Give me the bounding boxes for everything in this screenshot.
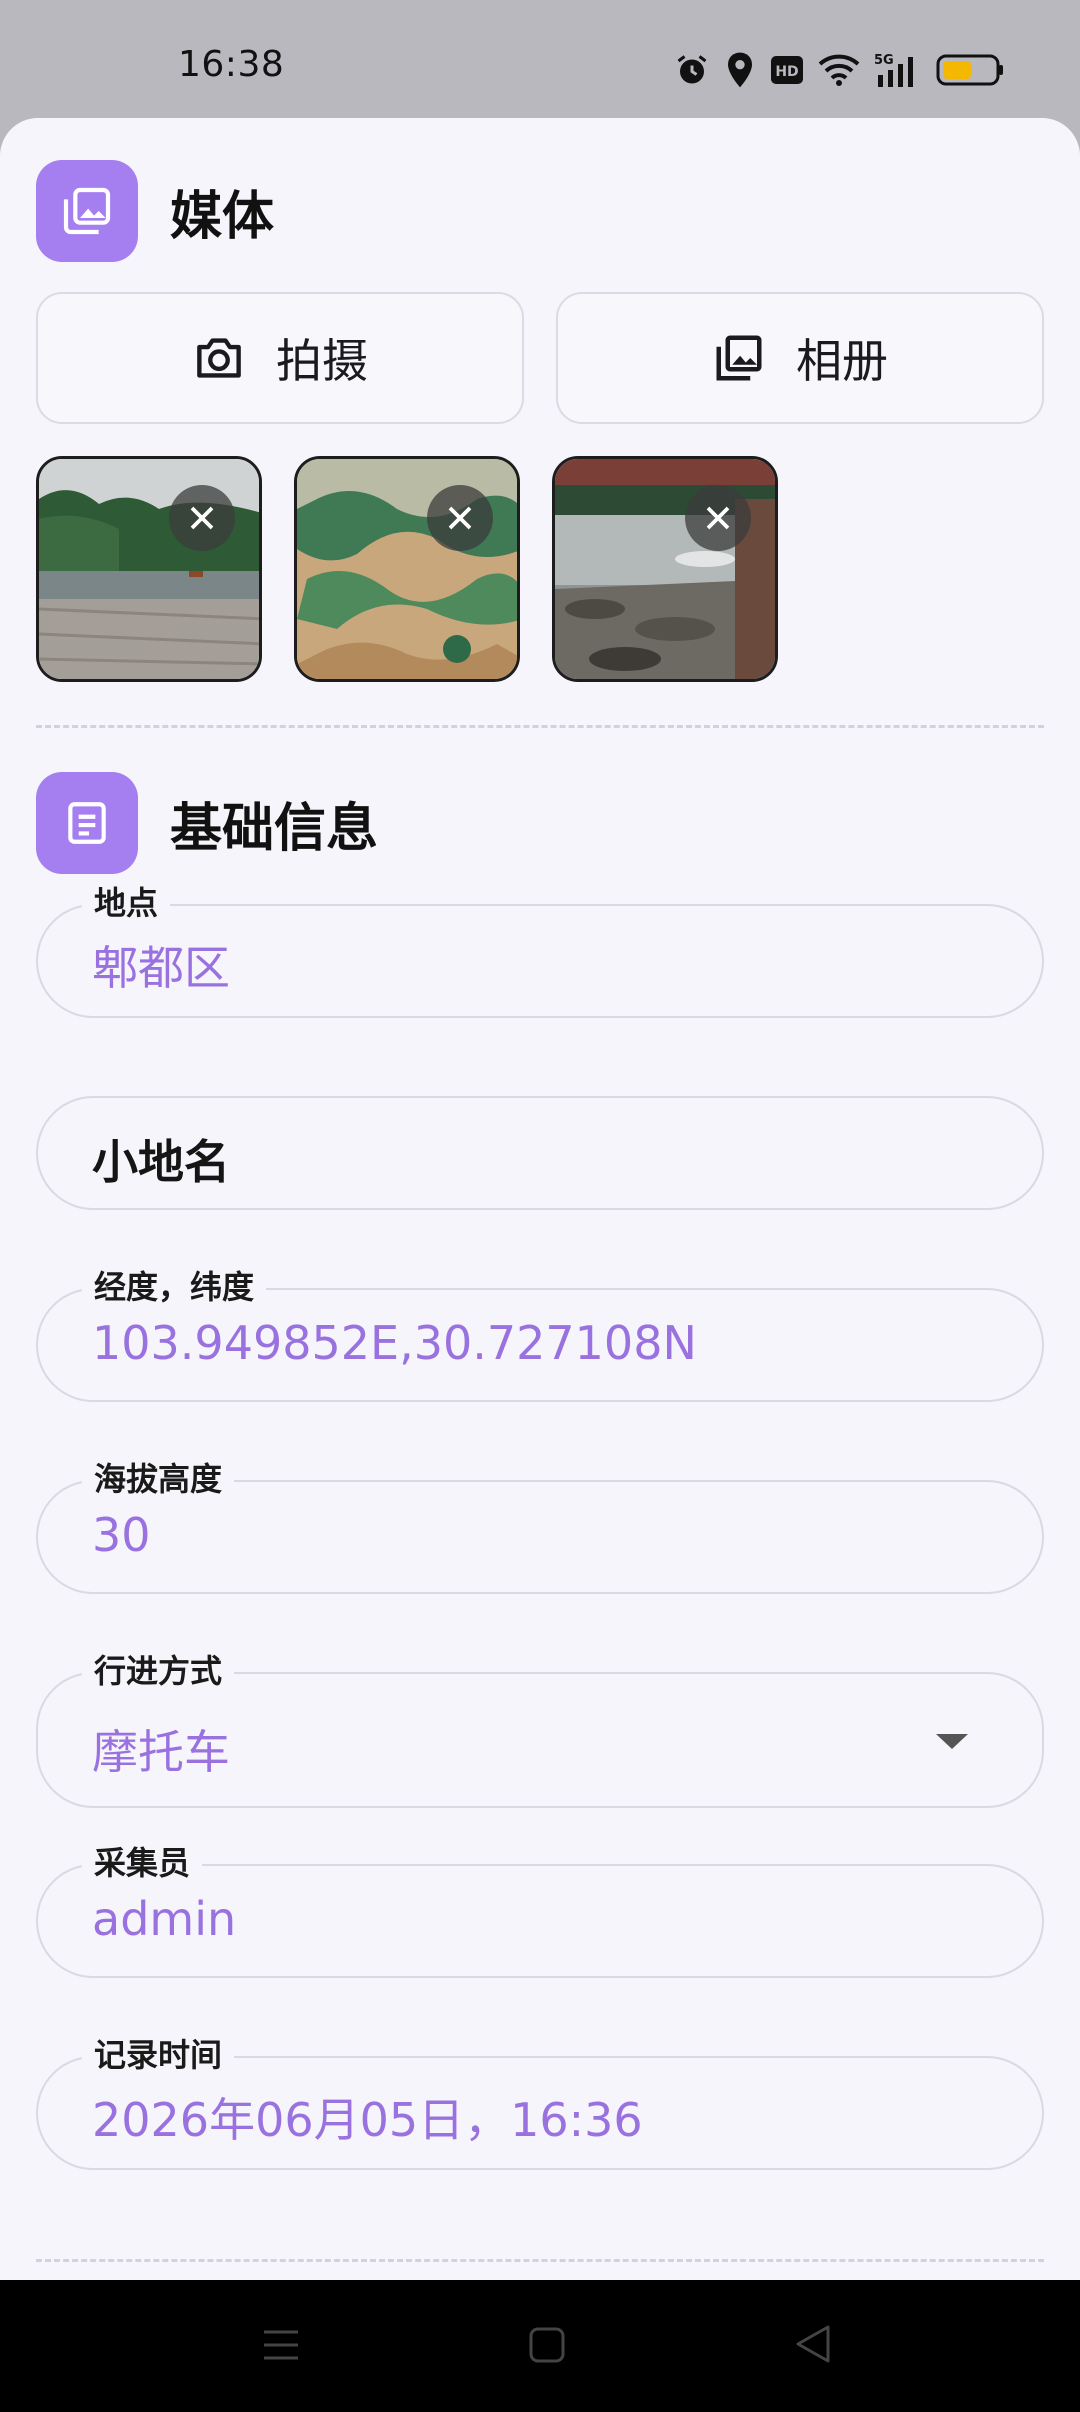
album-button[interactable]: 相册 xyxy=(556,292,1044,424)
gallery-icon xyxy=(716,335,762,381)
basic-info-section-header: 基础信息 xyxy=(36,772,378,874)
section-divider xyxy=(36,725,1044,728)
status-icons: HD 5G xyxy=(674,48,1004,92)
altitude-label: 海拔高度 xyxy=(82,1454,235,1500)
remove-photo-button[interactable] xyxy=(685,485,751,551)
5g-signal-icon: 5G xyxy=(874,53,913,87)
album-button-label: 相册 xyxy=(796,334,888,388)
alarm-icon xyxy=(677,55,707,84)
remove-photo-button[interactable] xyxy=(169,485,235,551)
media-section-header: 媒体 xyxy=(36,160,274,262)
altitude-value: 30 xyxy=(92,1508,151,1562)
travel-mode-value: 摩托车 xyxy=(92,1725,230,1779)
chevron-down-icon xyxy=(936,1734,968,1749)
coordinates-label: 经度，纬度 xyxy=(82,1262,267,1308)
location-icon xyxy=(728,52,752,88)
home-icon[interactable] xyxy=(528,2326,566,2364)
location-value: 郫都区 xyxy=(92,941,230,995)
svg-text:HD: HD xyxy=(775,64,798,80)
stream-rocks-photo[interactable] xyxy=(552,456,778,682)
camera-icon xyxy=(197,338,241,378)
coordinates-field[interactable]: 经度，纬度 103.949852E,30.727108N xyxy=(36,1262,1044,1402)
location-label: 地点 xyxy=(82,878,171,924)
close-icon xyxy=(706,506,730,530)
wifi-icon xyxy=(818,54,860,86)
status-bar: 16:38 HD 5G xyxy=(0,0,1080,118)
remove-photo-button[interactable] xyxy=(427,485,493,551)
camera-button-label: 拍摄 xyxy=(276,334,368,388)
green-water-photo[interactable] xyxy=(294,456,520,682)
document-icon xyxy=(36,772,138,874)
collector-field[interactable]: 采集员 admin xyxy=(36,1838,1044,1978)
location-field[interactable]: 地点 郫都区 xyxy=(36,878,1044,1018)
photo-library-icon xyxy=(36,160,138,262)
media-section-title: 媒体 xyxy=(170,186,275,247)
coordinates-value: 103.949852E,30.727108N xyxy=(92,1316,697,1370)
record-time-value: 2026年06月05日，16:36 xyxy=(92,2093,643,2147)
small-place-name-field[interactable]: 小地名 xyxy=(36,1096,1044,1210)
close-icon xyxy=(448,506,472,530)
travel-mode-label: 行进方式 xyxy=(82,1646,235,1692)
back-icon[interactable] xyxy=(794,2324,832,2364)
form-sheet: 媒体 拍摄 相册 基础信息 地点 郫都区 小地名 经度，纬度 103.94985… xyxy=(0,118,1080,2280)
status-time: 16:38 xyxy=(178,44,285,85)
section-divider xyxy=(36,2259,1044,2262)
altitude-field[interactable]: 海拔高度 30 xyxy=(36,1454,1044,1594)
hd-icon: HD xyxy=(771,56,803,84)
basic-info-section-title: 基础信息 xyxy=(170,798,379,859)
collector-value: admin xyxy=(92,1892,237,1946)
river-bank-photo[interactable] xyxy=(36,456,262,682)
system-nav-bar xyxy=(0,2280,1080,2412)
small-place-name-placeholder: 小地名 xyxy=(92,1135,230,1189)
camera-button[interactable]: 拍摄 xyxy=(36,292,524,424)
collector-label: 采集员 xyxy=(82,1838,203,1884)
svg-text:5G: 5G xyxy=(874,53,894,68)
menu-icon[interactable] xyxy=(262,2326,300,2364)
close-icon xyxy=(190,506,214,530)
battery-icon xyxy=(936,54,1003,86)
travel-mode-dropdown[interactable]: 行进方式 摩托车 xyxy=(36,1646,1044,1808)
record-time-label: 记录时间 xyxy=(82,2030,235,2076)
record-time-field[interactable]: 记录时间 2026年06月05日，16:36 xyxy=(36,2030,1044,2170)
